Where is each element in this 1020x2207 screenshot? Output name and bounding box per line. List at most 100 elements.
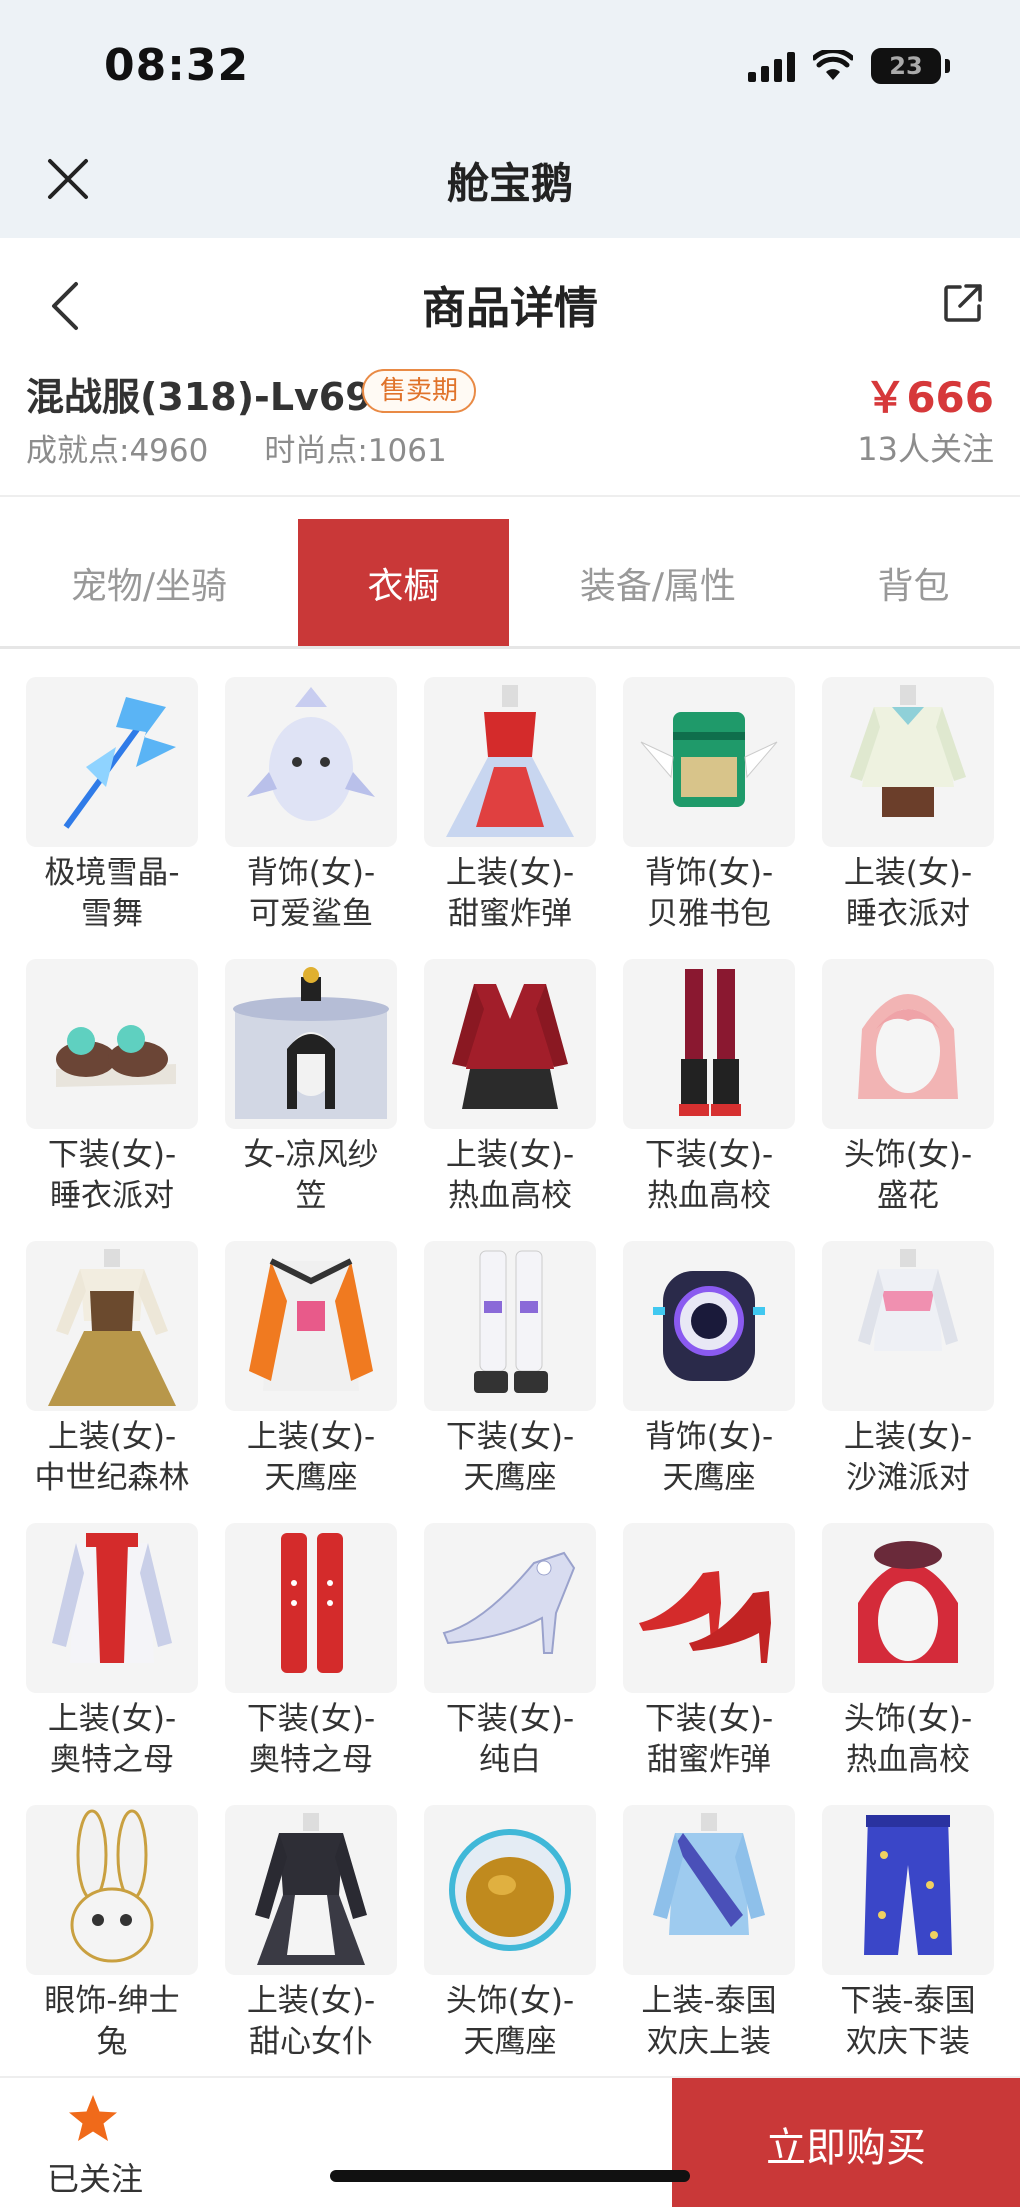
follow-button[interactable]: 已关注: [30, 2090, 160, 2200]
item-name-line: 下装(女)-: [47, 1137, 177, 1173]
wardrobe-item[interactable]: 上装(女)- 甜心女仆: [225, 1805, 397, 2087]
bottom-action-bar: 已关注 立即购买: [0, 2076, 1020, 2207]
winged-bag-icon: [623, 677, 795, 847]
legs-boots-icon: [623, 959, 795, 1129]
tab-label: 宠物/坐骑: [70, 566, 228, 607]
thai-top-icon: [623, 1805, 795, 1975]
item-name-line: 盛花: [877, 1178, 939, 1214]
wardrobe-item[interactable]: 眼饰-绅士兔: [26, 1805, 198, 2087]
tab-pets-mounts[interactable]: 宠物/坐骑: [0, 519, 298, 647]
wardrobe-item[interactable]: 下装(女)- 甜蜜炸弹: [623, 1523, 795, 1805]
tab-backpack[interactable]: 背包: [807, 519, 1020, 647]
wardrobe-item[interactable]: 女-凉风纱笠: [225, 959, 397, 1241]
red-hair-icon: [822, 1523, 994, 1693]
starry-pants-icon: [822, 1805, 994, 1975]
follower-count: 13人关注: [857, 430, 994, 468]
wardrobe-item[interactable]: 上装(女)- 热血高校: [424, 959, 596, 1241]
item-name-line: 睡衣派对: [50, 1178, 174, 1214]
page-title: 商品详情: [422, 283, 598, 334]
item-name-line: 奥特之母: [50, 1742, 174, 1778]
wardrobe-item[interactable]: 下装(女)- 奥特之母: [225, 1523, 397, 1805]
app-title: 舱宝鹅: [446, 159, 573, 208]
slippers-icon: [26, 959, 198, 1129]
tab-wardrobe[interactable]: 衣橱: [298, 519, 509, 647]
battery-level: 23: [889, 52, 923, 80]
item-name-line: 天鹰座: [264, 1460, 358, 1496]
follow-label: 已关注: [46, 2160, 143, 2198]
cellular-signal-icon: [748, 50, 795, 82]
bunny-mask-icon: [26, 1805, 198, 1975]
wardrobe-item[interactable]: 极境雪晶- 雪舞: [26, 677, 198, 959]
home-indicator: [330, 2170, 690, 2182]
item-name-line: 雪舞: [81, 896, 143, 932]
helmet-icon: [424, 1805, 596, 1975]
tab-label: 装备/属性: [579, 566, 737, 607]
wardrobe-item[interactable]: 上装(女)- 甜蜜炸弹: [424, 677, 596, 959]
robot-backpack-icon: [623, 1241, 795, 1411]
wardrobe-item[interactable]: 上装(女)- 沙滩派对: [822, 1241, 994, 1523]
item-name-line: 贝雅书包: [647, 896, 771, 932]
wardrobe-item[interactable]: 下装-泰国欢庆下装: [822, 1805, 994, 2087]
item-name-line: 下装(女)-: [445, 1701, 575, 1737]
item-name-line: 甜蜜炸弹: [647, 1742, 771, 1778]
wardrobe-item[interactable]: 头饰(女)- 天鹰座: [424, 1805, 596, 2087]
wardrobe-item[interactable]: 下装(女)- 热血高校: [623, 959, 795, 1241]
item-name-line: 下装-泰国: [840, 1983, 976, 2019]
wardrobe-item[interactable]: 下装(女)- 纯白: [424, 1523, 596, 1805]
item-name-line: 甜心女仆: [249, 2024, 373, 2060]
status-time: 08:32: [104, 40, 250, 91]
item-name-line: 天鹰座: [662, 1460, 756, 1496]
item-name-line: 下装(女)-: [246, 1701, 376, 1737]
app-header: 08:32 23 舱宝鹅: [0, 0, 1020, 238]
wifi-icon: [813, 50, 853, 80]
product-name: 混战服(318)-Lv69: [26, 375, 372, 419]
item-name-line: 下装(女)-: [644, 1137, 774, 1173]
veil-hat-icon: [225, 959, 397, 1129]
pajama-top-icon: [822, 677, 994, 847]
item-name-line: 背饰(女)-: [644, 855, 774, 891]
tab-equipment-attributes[interactable]: 装备/属性: [509, 519, 807, 647]
wardrobe-item[interactable]: 上装-泰国 欢庆上装: [623, 1805, 795, 2087]
wardrobe-item[interactable]: 上装(女)- 中世纪森林: [26, 1241, 198, 1523]
item-name-line: 天鹰座: [463, 2024, 557, 2060]
achievement-points: 成就点:4960: [26, 433, 209, 469]
medieval-dress-icon: [26, 1241, 198, 1411]
item-name-line: 睡衣派对: [846, 896, 970, 932]
item-name-line: 笠: [295, 1178, 327, 1214]
fashion-points: 时尚点:1061: [264, 433, 447, 469]
tab-label: 衣橱: [367, 566, 440, 607]
wardrobe-item[interactable]: 下装(女)- 睡衣派对: [26, 959, 198, 1241]
item-name-line: 头饰(女)-: [843, 1701, 973, 1737]
white-boots-icon: [424, 1241, 596, 1411]
red-dress-icon: [424, 677, 596, 847]
wardrobe-item[interactable]: 下装(女)- 天鹰座: [424, 1241, 596, 1523]
item-name-line: 热血高校: [448, 1178, 572, 1214]
tab-label: 背包: [877, 566, 950, 607]
wardrobe-item[interactable]: 上装(女)- 睡衣派对: [822, 677, 994, 959]
item-name-line: 背饰(女)-: [644, 1419, 774, 1455]
share-icon[interactable]: [942, 282, 984, 324]
item-name-line: 上装(女)-: [843, 855, 973, 891]
item-name-line: 下装(女)-: [445, 1419, 575, 1455]
orange-suit-icon: [225, 1241, 397, 1411]
maid-dress-icon: [225, 1805, 397, 1975]
buy-now-button[interactable]: 立即购买: [672, 2078, 1020, 2207]
tab-bar: 宠物/坐骑 衣橱 装备/属性 背包: [0, 519, 1020, 647]
wardrobe-item[interactable]: 头饰(女)- 盛花: [822, 959, 994, 1241]
item-name-line: 上装(女)-: [445, 1137, 575, 1173]
wardrobe-item[interactable]: 背饰(女)- 贝雅书包: [623, 677, 795, 959]
star-icon: [69, 2095, 117, 2141]
wardrobe-item[interactable]: 头饰(女)- 热血高校: [822, 1523, 994, 1805]
item-name-line: 上装(女)-: [47, 1701, 177, 1737]
beach-top-icon: [822, 1241, 994, 1411]
item-name-line: 欢庆下装: [846, 2024, 970, 2060]
wardrobe-item[interactable]: 背饰(女)- 天鹰座: [623, 1241, 795, 1523]
wardrobe-item[interactable]: 上装(女)- 奥特之母: [26, 1523, 198, 1805]
school-jacket-icon: [424, 959, 596, 1129]
status-icons: 23: [748, 46, 950, 86]
wardrobe-item[interactable]: 背饰(女)- 可爱鲨鱼: [225, 677, 397, 959]
item-name-line: 上装(女)-: [843, 1419, 973, 1455]
red-boots-icon: [225, 1523, 397, 1693]
item-name-line: 甜蜜炸弹: [448, 896, 572, 932]
wardrobe-item[interactable]: 上装(女)- 天鹰座: [225, 1241, 397, 1523]
